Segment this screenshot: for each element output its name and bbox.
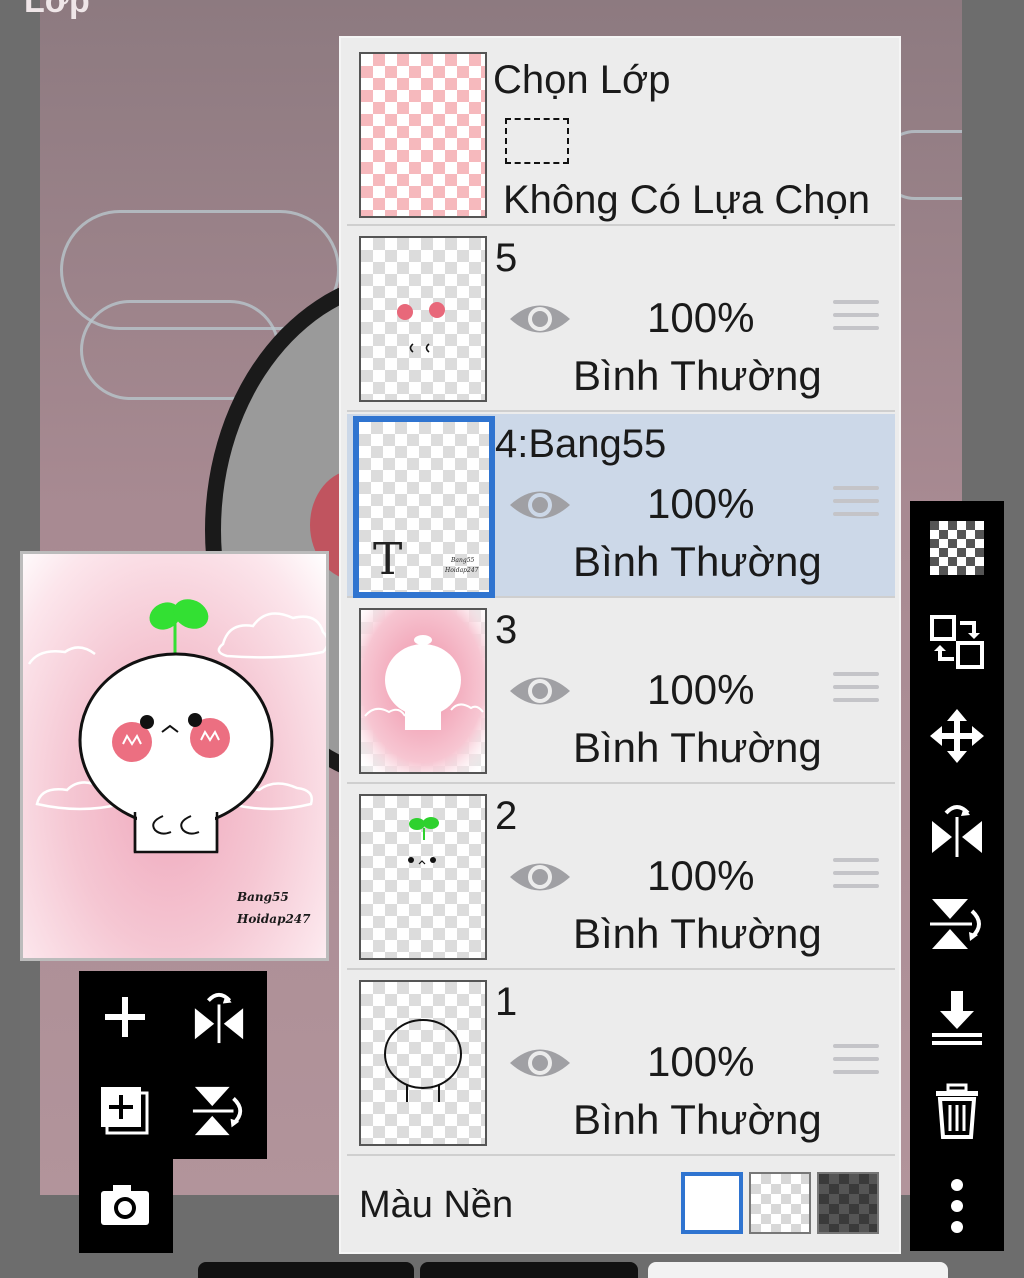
flip-vertical-icon[interactable]: [191, 1083, 247, 1139]
visibility-eye-icon[interactable]: [507, 856, 573, 898]
layer-blend-mode[interactable]: Bình Thường: [573, 1096, 822, 1144]
layer-row[interactable]: 2 100% Bình Thường: [347, 786, 895, 970]
layer-name: 2: [495, 794, 518, 838]
bottom-toolbar-tab[interactable]: [420, 1262, 638, 1278]
watermark-line2: Hoidap247: [237, 912, 311, 926]
drag-handle-icon[interactable]: [833, 300, 879, 338]
canvas-preview[interactable]: Bang55 Hoidap247: [20, 551, 329, 961]
layer-thumbnail: [359, 794, 487, 960]
visibility-eye-icon[interactable]: [507, 1042, 573, 1084]
svg-text:Bang55: Bang55: [450, 557, 475, 564]
flip-horizontal-icon[interactable]: [191, 989, 247, 1045]
layer-blend-mode[interactable]: Bình Thường: [573, 910, 822, 958]
bottom-toolbar-tab[interactable]: [198, 1262, 414, 1278]
add-copy-layer-icon[interactable]: [97, 1083, 153, 1139]
layer-blend-mode[interactable]: Bình Thường: [573, 538, 822, 586]
layer-opacity[interactable]: 100%: [647, 480, 754, 528]
layer-blend-mode[interactable]: Bình Thường: [573, 352, 822, 400]
visibility-eye-icon[interactable]: [507, 670, 573, 712]
layer-tools-toolbar: [910, 501, 1004, 1251]
layer-opacity[interactable]: 100%: [647, 852, 754, 900]
drag-handle-icon[interactable]: [833, 486, 879, 524]
window-title: Lớp: [24, 0, 90, 20]
svg-text:Hoidap247: Hoidap247: [444, 567, 479, 574]
text-layer-icon: T: [373, 534, 402, 585]
layer-row[interactable]: T Bang55 Hoidap247 4:Bang55 100% Bình Th…: [347, 414, 895, 598]
transparency-icon[interactable]: [928, 519, 986, 577]
layer-actions-toolbar-extra: [79, 1159, 173, 1253]
layer-opacity[interactable]: 100%: [647, 1038, 754, 1086]
layer-row[interactable]: 5 100% Bình Thường: [347, 228, 895, 412]
layer-thumbnail: [359, 980, 487, 1146]
more-icon[interactable]: [928, 1177, 986, 1235]
layer-blend-mode[interactable]: Bình Thường: [573, 724, 822, 772]
drag-handle-icon[interactable]: [833, 858, 879, 896]
drag-handle-icon[interactable]: [833, 672, 879, 710]
selection-layer-row[interactable]: Chọn Lớp Không Có Lựa Chọn: [347, 44, 895, 226]
drag-handle-icon[interactable]: [833, 1044, 879, 1082]
camera-icon[interactable]: [97, 1177, 153, 1233]
trash-icon[interactable]: [928, 1083, 986, 1141]
layer-thumbnail: T Bang55 Hoidap247: [353, 416, 495, 598]
move-icon[interactable]: [928, 707, 986, 765]
layers-panel: Chọn Lớp Không Có Lựa Chọn 5 100% Bình T…: [339, 36, 901, 1254]
flip-horizontal-icon[interactable]: [928, 801, 986, 859]
layer-name: 1: [495, 980, 518, 1024]
layer-opacity[interactable]: 100%: [647, 294, 754, 342]
swap-layer-icon[interactable]: [928, 613, 986, 671]
background-white-swatch[interactable]: [681, 1172, 743, 1234]
selection-marquee-icon: [505, 118, 569, 164]
layer-name: 3: [495, 608, 518, 652]
layer-row[interactable]: 3 100% Bình Thường: [347, 600, 895, 784]
watermark-line1: Bang55: [237, 890, 289, 904]
selection-status: Không Có Lựa Chọn: [503, 178, 871, 222]
layer-opacity[interactable]: 100%: [647, 666, 754, 714]
background-dark-swatch[interactable]: [817, 1172, 879, 1234]
selection-layer-title: Chọn Lớp: [493, 58, 671, 102]
flip-vertical-icon[interactable]: [928, 895, 986, 953]
layer-actions-toolbar: [79, 971, 267, 1159]
selection-layer-thumbnail: [359, 52, 487, 218]
layer-name: 4:Bang55: [495, 422, 667, 466]
background-color-label: Màu Nền: [359, 1184, 514, 1226]
layer-thumbnail: [359, 236, 487, 402]
merge-down-icon[interactable]: [928, 989, 986, 1047]
layer-row[interactable]: 1 100% Bình Thường: [347, 972, 895, 1156]
background-transparent-swatch[interactable]: [749, 1172, 811, 1234]
layer-name: 5: [495, 236, 518, 280]
visibility-eye-icon[interactable]: [507, 484, 573, 526]
add-layer-icon[interactable]: [97, 989, 153, 1045]
visibility-eye-icon[interactable]: [507, 298, 573, 340]
layer-thumbnail: [359, 608, 487, 774]
bottom-toolbar-tab[interactable]: [648, 1262, 948, 1278]
